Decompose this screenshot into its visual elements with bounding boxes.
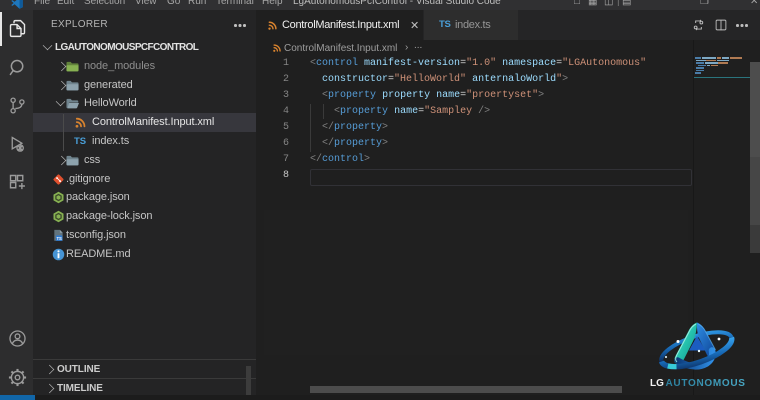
svg-text:TS: TS [57,236,63,241]
svg-text:LG: LG [650,378,664,389]
svg-text:AUTONOMOUS: AUTONOMOUS [666,378,746,389]
